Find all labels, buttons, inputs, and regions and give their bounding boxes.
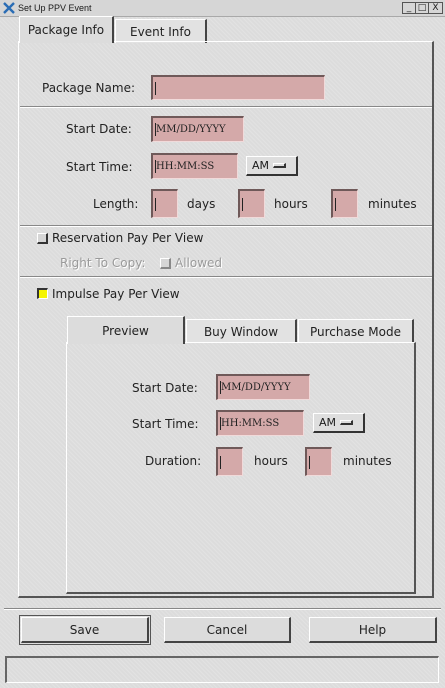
preview-start-date-label: Start Date:: [132, 381, 198, 395]
tab-purchase-mode[interactable]: Purchase Mode: [298, 319, 414, 343]
minutes-label: minutes: [368, 197, 417, 211]
allowed-checkbox[interactable]: [160, 258, 171, 269]
tab-preview[interactable]: Preview: [67, 316, 185, 344]
preview-start-time-input[interactable]: HH:MM:SS: [216, 410, 304, 436]
tab-label: Purchase Mode: [309, 324, 401, 339]
duration-hours-input[interactable]: [216, 447, 243, 476]
reservation-ppv-label: Reservation Pay Per View: [52, 231, 204, 245]
reservation-ppv-checkbox[interactable]: [37, 233, 48, 244]
text-cursor: [155, 81, 156, 95]
duration-minutes-input[interactable]: [305, 447, 332, 476]
text-cursor: [335, 197, 336, 211]
impulse-ppv-label: Impulse Pay Per View: [52, 287, 180, 301]
dropdown-indicator-icon: [340, 420, 354, 425]
status-bar: [5, 656, 439, 683]
preview-start-date-input[interactable]: MM/DD/YYYY: [216, 374, 310, 400]
length-hours-input[interactable]: [238, 189, 265, 218]
tab-label: Preview: [102, 323, 149, 338]
maximize-icon[interactable]: □: [416, 3, 429, 13]
cancel-button[interactable]: Cancel: [164, 617, 291, 643]
text-cursor: [242, 197, 243, 211]
preview-ampm-dropdown[interactable]: AM: [313, 413, 365, 433]
length-minutes-input[interactable]: [331, 189, 358, 218]
setup-ppv-window: Set Up PPV Event _ □ X Package Info Even…: [0, 0, 445, 688]
divider: [20, 276, 432, 278]
text-cursor: [155, 197, 156, 211]
tab-buy-window[interactable]: Buy Window: [186, 319, 297, 343]
divider: [20, 106, 432, 108]
start-time-label: Start Time:: [66, 160, 133, 174]
window-controls: _ □ X: [402, 2, 443, 14]
start-date-input[interactable]: MM/DD/YYYY: [151, 116, 244, 142]
help-button[interactable]: Help: [309, 617, 437, 643]
right-to-copy-label: Right To Copy:: [60, 256, 146, 270]
text-cursor: [220, 455, 221, 469]
dropdown-indicator-icon: [273, 163, 287, 168]
impulse-ppv-checkbox[interactable]: [37, 288, 48, 299]
start-date-label: Start Date:: [66, 122, 132, 136]
start-time-ampm-dropdown[interactable]: AM: [246, 156, 298, 176]
length-days-input[interactable]: [151, 189, 178, 218]
text-cursor: [309, 455, 310, 469]
package-name-input[interactable]: [151, 75, 325, 100]
divider: [4, 608, 441, 610]
tab-label: Buy Window: [203, 324, 279, 339]
minimize-icon[interactable]: _: [403, 3, 416, 13]
hours-label: hours: [274, 197, 308, 211]
window-title: Set Up PPV Event: [18, 3, 92, 13]
start-time-input[interactable]: HH:MM:SS: [151, 153, 238, 179]
tab-package-info[interactable]: Package Info: [19, 16, 114, 43]
x-app-icon: [2, 1, 16, 15]
tab-event-info[interactable]: Event Info: [115, 19, 207, 43]
divider: [20, 225, 432, 227]
length-label: Length:: [93, 197, 139, 211]
days-label: days: [187, 197, 216, 211]
close-icon[interactable]: X: [429, 3, 442, 13]
duration-label: Duration:: [145, 454, 202, 468]
title-bar[interactable]: Set Up PPV Event _ □ X: [0, 0, 445, 17]
tab-label: Package Info: [27, 23, 105, 37]
duration-hours-label: hours: [254, 454, 288, 468]
tab-label: Event Info: [130, 24, 191, 39]
package-name-label: Package Name:: [42, 81, 135, 95]
duration-minutes-label: minutes: [343, 454, 392, 468]
allowed-label: Allowed: [175, 256, 223, 270]
preview-start-time-label: Start Time:: [132, 417, 199, 431]
save-button[interactable]: Save: [19, 615, 151, 645]
